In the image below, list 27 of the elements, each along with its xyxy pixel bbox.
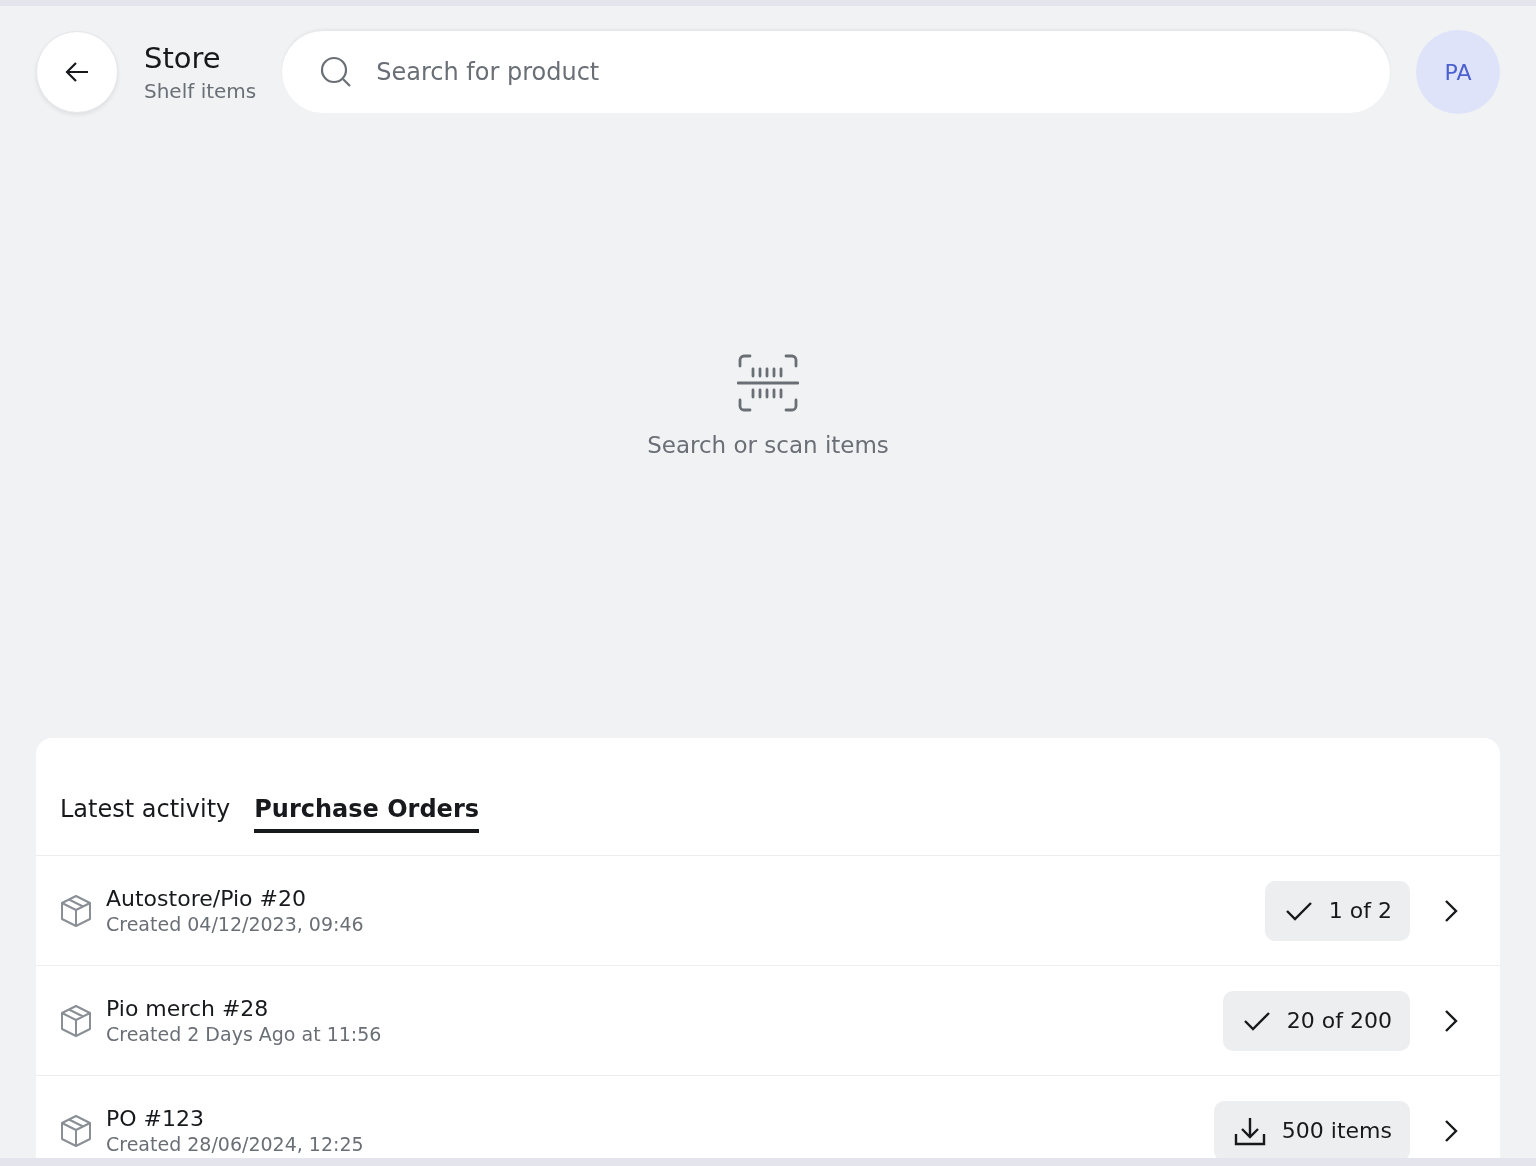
order-name: Pio merch #28 <box>106 996 270 1021</box>
order-row[interactable]: Autostore/Pio #20 Created 04/12/2023, 09:46 1 of 2 <box>36 856 1500 966</box>
order-status-button[interactable]: 1 of 2 <box>1264 880 1410 941</box>
back-arrow-icon <box>64 61 90 83</box>
tab[interactable]: Latest activity <box>60 795 231 833</box>
search-field[interactable]: Search for product <box>282 31 1390 113</box>
order-status-button[interactable]: 20 of 200 <box>1222 990 1410 1051</box>
tab[interactable]: Purchase Orders <box>254 795 480 833</box>
order-created-date: Created 2 Days Ago at 11:56 <box>106 1023 383 1045</box>
order-created-date: Created 04/12/2023, 09:46 <box>106 913 365 935</box>
box-icon <box>60 1003 92 1038</box>
download-icon <box>1233 1115 1266 1146</box>
order-name: PO #123 <box>106 1106 205 1131</box>
order-row[interactable]: Pio merch #28 Created 2 Days Ago at 11:56 20 of 200 <box>36 966 1500 1076</box>
order-name: Autostore/Pio #20 <box>106 886 307 911</box>
page-subtitle: Shelf items <box>144 79 257 103</box>
box-icon <box>60 1113 92 1148</box>
check-icon <box>1284 899 1313 922</box>
box-icon <box>60 893 92 928</box>
user-avatar[interactable]: PA <box>1416 30 1500 114</box>
page-title: Store <box>144 41 222 75</box>
order-status-button[interactable]: 500 items <box>1213 1100 1410 1158</box>
check-icon <box>1242 1009 1271 1032</box>
order-created-date: Created 28/06/2024, 12:25 <box>106 1133 365 1155</box>
empty-state-message: Search or scan items <box>647 432 889 458</box>
order-row[interactable]: PO #123 Created 28/06/2024, 12:25 500 items <box>36 1076 1500 1158</box>
barcode-scan-icon <box>737 354 799 412</box>
